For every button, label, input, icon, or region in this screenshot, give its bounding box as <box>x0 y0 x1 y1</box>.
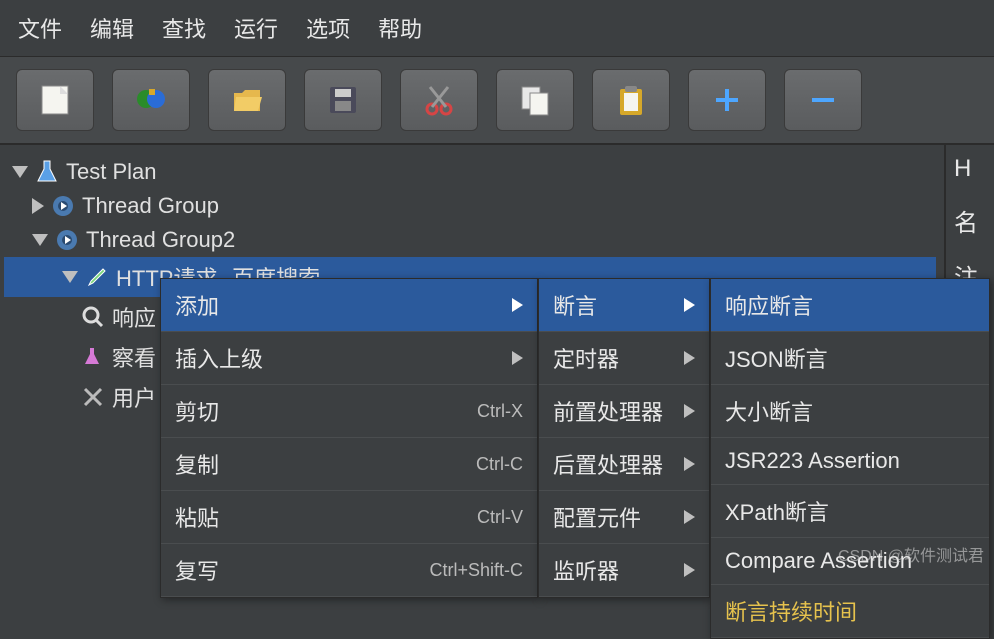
paste-button[interactable] <box>592 69 670 131</box>
tree-label: 察看 <box>112 341 156 373</box>
tools-icon <box>80 384 106 410</box>
tree-label: 用户 <box>112 381 156 413</box>
tree-thread-group-1[interactable]: Thread Group <box>4 189 936 223</box>
copy-button[interactable] <box>496 69 574 131</box>
toolbar <box>0 57 994 145</box>
open-button[interactable] <box>208 69 286 131</box>
submenu-arrow-icon <box>684 298 695 312</box>
ctx-paste[interactable]: 粘贴 Ctrl-V <box>161 491 537 544</box>
expand-icon[interactable] <box>32 234 48 246</box>
ctx-label: 剪切 <box>175 395 219 427</box>
submenu-arrow-icon <box>684 351 695 365</box>
submenu-arrow-icon <box>684 457 695 471</box>
ctx-label: 复制 <box>175 448 219 480</box>
ctx-postprocessor[interactable]: 后置处理器 <box>539 438 709 491</box>
new-button[interactable] <box>16 69 94 131</box>
flask-small-icon <box>80 344 106 370</box>
pipette-icon <box>84 264 110 290</box>
ctx-label: 断言持续时间 <box>725 595 857 627</box>
cut-button[interactable] <box>400 69 478 131</box>
ctx-response-assertion[interactable]: 响应断言 <box>711 279 989 332</box>
flask-icon <box>34 159 60 185</box>
ctx-shortcut: Ctrl-X <box>477 401 523 422</box>
ctx-label: 监听器 <box>553 554 619 586</box>
templates-button[interactable] <box>112 69 190 131</box>
ctx-label: 复写 <box>175 554 219 586</box>
ctx-shortcut: Ctrl-C <box>476 454 523 475</box>
ctx-duration-assertion[interactable]: 断言持续时间 <box>711 585 989 638</box>
ctx-config[interactable]: 配置元件 <box>539 491 709 544</box>
ctx-label: 粘贴 <box>175 501 219 533</box>
ctx-size-assertion[interactable]: 大小断言 <box>711 385 989 438</box>
remove-button[interactable] <box>784 69 862 131</box>
submenu-arrow-icon <box>684 563 695 577</box>
ctx-label: 配置元件 <box>553 501 641 533</box>
ctx-preprocessor[interactable]: 前置处理器 <box>539 385 709 438</box>
tree-label: 响应 <box>112 301 156 333</box>
ctx-shortcut: Ctrl+Shift-C <box>429 560 523 581</box>
submenu-arrow-icon <box>512 298 523 312</box>
menu-search[interactable]: 查找 <box>162 12 206 44</box>
magnifier-icon <box>80 304 106 330</box>
ctx-label: JSON断言 <box>725 342 828 374</box>
menu-file[interactable]: 文件 <box>18 12 62 44</box>
add-button[interactable] <box>688 69 766 131</box>
menu-help[interactable]: 帮助 <box>378 12 422 44</box>
watermark: CSDN @软件测试君 <box>838 542 984 566</box>
ctx-jsr223-assertion[interactable]: JSR223 Assertion <box>711 438 989 485</box>
ctx-json-assertion[interactable]: JSON断言 <box>711 332 989 385</box>
ctx-timer[interactable]: 定时器 <box>539 332 709 385</box>
ctx-label: 响应断言 <box>725 289 813 321</box>
menu-options[interactable]: 选项 <box>306 12 350 44</box>
ctx-label: JSR223 Assertion <box>725 448 900 474</box>
ctx-duplicate[interactable]: 复写 Ctrl+Shift-C <box>161 544 537 597</box>
context-menu-main: 添加 插入上级 剪切 Ctrl-X 复制 Ctrl-C 粘贴 Ctrl-V 复写… <box>160 278 538 598</box>
expand-icon[interactable] <box>32 198 44 214</box>
menubar: 文件 编辑 查找 运行 选项 帮助 <box>0 0 994 57</box>
save-button[interactable] <box>304 69 382 131</box>
right-label-name: 名 <box>954 203 986 238</box>
right-heading: H <box>954 155 986 183</box>
ctx-insert-parent[interactable]: 插入上级 <box>161 332 537 385</box>
ctx-label: XPath断言 <box>725 495 829 527</box>
ctx-assertions[interactable]: 断言 <box>539 279 709 332</box>
expand-icon[interactable] <box>62 271 78 283</box>
ctx-label: 后置处理器 <box>553 448 663 480</box>
ctx-copy[interactable]: 复制 Ctrl-C <box>161 438 537 491</box>
tree-label: Thread Group <box>82 193 219 219</box>
ctx-label: 插入上级 <box>175 342 263 374</box>
ctx-label: 添加 <box>175 289 219 321</box>
ctx-label: 前置处理器 <box>553 395 663 427</box>
ctx-xpath-assertion[interactable]: XPath断言 <box>711 485 989 538</box>
ctx-label: 大小断言 <box>725 395 813 427</box>
ctx-label: 断言 <box>553 289 597 321</box>
tree-thread-group-2[interactable]: Thread Group2 <box>4 223 936 257</box>
tree-label: Test Plan <box>66 159 157 185</box>
context-menu-add: 断言 定时器 前置处理器 后置处理器 配置元件 监听器 <box>538 278 710 598</box>
ctx-cut[interactable]: 剪切 Ctrl-X <box>161 385 537 438</box>
expand-icon[interactable] <box>12 166 28 178</box>
ctx-label: 定时器 <box>553 342 619 374</box>
tree-root[interactable]: Test Plan <box>4 155 936 189</box>
submenu-arrow-icon <box>512 351 523 365</box>
submenu-arrow-icon <box>684 404 695 418</box>
submenu-arrow-icon <box>684 510 695 524</box>
context-menu-assertions: 响应断言 JSON断言 大小断言 JSR223 Assertion XPath断… <box>710 278 990 639</box>
ctx-add[interactable]: 添加 <box>161 279 537 332</box>
gear-play-icon <box>54 227 80 253</box>
tree-label: Thread Group2 <box>86 227 235 253</box>
menu-run[interactable]: 运行 <box>234 12 278 44</box>
ctx-shortcut: Ctrl-V <box>477 507 523 528</box>
gear-play-icon <box>50 193 76 219</box>
menu-edit[interactable]: 编辑 <box>90 12 134 44</box>
ctx-listener[interactable]: 监听器 <box>539 544 709 597</box>
